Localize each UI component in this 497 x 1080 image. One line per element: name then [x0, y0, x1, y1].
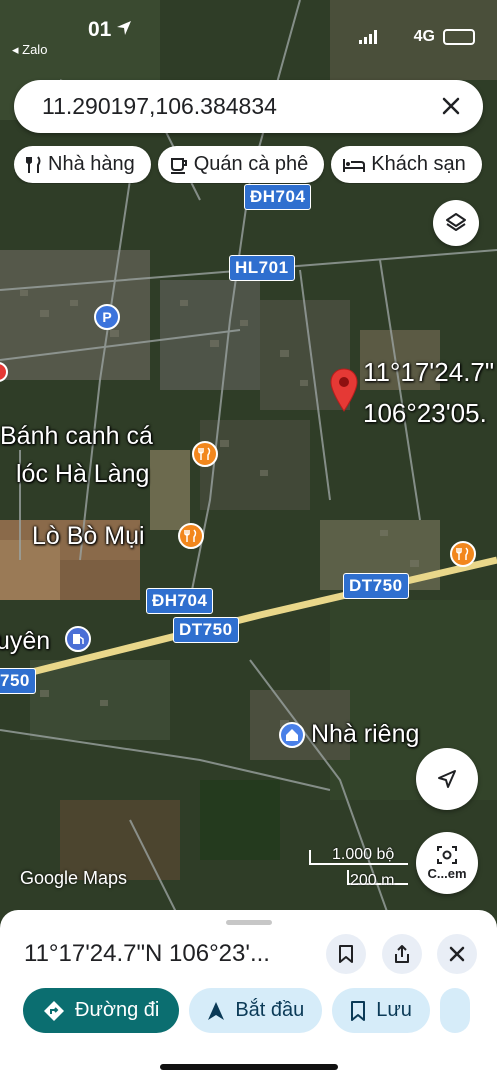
share-button[interactable]: [382, 934, 422, 974]
coffee-icon: [170, 156, 188, 174]
restaurant-poi-icon[interactable]: [450, 541, 476, 567]
back-app-label: Zalo: [22, 42, 48, 57]
action-label: Bắt đầu: [235, 999, 305, 1021]
camera-icon: [437, 846, 457, 864]
pin-coord-line1: 11°17'24.7": [363, 357, 495, 387]
my-location-button[interactable]: [416, 748, 478, 810]
navigation-arrow-icon: [438, 770, 456, 788]
place-label-banh-canh-line2[interactable]: lóc Hà Làng: [16, 459, 149, 489]
network-type: 4G: [413, 28, 435, 45]
status-time: 01: [88, 18, 112, 41]
place-title: 11°17'24.7"N 106°23'...: [24, 940, 270, 967]
directions-icon: [43, 1000, 65, 1022]
google-maps-attribution: Google Maps: [20, 868, 128, 888]
chip-coffee[interactable]: Quán cà phê: [157, 146, 325, 183]
start-button[interactable]: Bắt đầu: [189, 988, 323, 1033]
home-indicator: [160, 1064, 338, 1070]
category-chips: Nhà hàng Quán cà phê Khách sạn: [14, 146, 497, 184]
save-icon-button[interactable]: [326, 934, 366, 974]
chip-restaurants[interactable]: Nhà hàng: [14, 146, 151, 183]
pin-coord-line2: 106°23'05.: [363, 398, 487, 428]
road-label-dt750-right: DT750: [343, 573, 409, 599]
directions-button[interactable]: Đường đi: [23, 988, 180, 1033]
chip-hotels[interactable]: Khách sạn: [331, 146, 482, 183]
chip-label: Nhà hàng: [48, 153, 135, 175]
search-input[interactable]: 11.290197,106.384834: [42, 93, 277, 120]
restaurant-poi-icon[interactable]: [178, 523, 204, 549]
signal-icon: [359, 30, 377, 44]
back-to-app[interactable]: ◂ Zalo: [12, 42, 47, 58]
bookmark-icon: [339, 945, 353, 963]
bookmark-icon: [350, 1000, 366, 1021]
road-label-750: 750: [0, 668, 36, 694]
camera-label: C...em: [427, 866, 467, 881]
close-sheet-button[interactable]: [437, 934, 477, 974]
chip-label: Quán cà phê: [193, 153, 309, 175]
restaurant-poi-icon[interactable]: [192, 441, 218, 467]
layers-button[interactable]: [433, 200, 479, 246]
chip-label: Khách sạn: [371, 153, 466, 175]
navigation-arrow-icon: [207, 1001, 225, 1021]
scale-lower: 200 m: [350, 872, 395, 889]
share-icon: [395, 945, 409, 963]
road-label-dh704-top: ĐH704: [244, 184, 312, 210]
place-label-partial[interactable]: uyên: [0, 626, 50, 656]
search-bar[interactable]: 11.290197,106.384834: [14, 80, 483, 133]
hotel-icon: [343, 157, 366, 173]
place-label-banh-canh-line1[interactable]: Bánh canh cá: [0, 421, 153, 451]
road-label-hl701: HL701: [229, 255, 295, 281]
location-arrow-icon: [117, 21, 131, 35]
map-view[interactable]: ĐH704 HL701 DT750 ĐH704 DT750 750 P Bánh…: [0, 0, 497, 920]
close-icon: [449, 946, 465, 962]
place-label-nha-rieng[interactable]: Nhà riêng: [311, 719, 419, 749]
more-actions-button[interactable]: [439, 988, 470, 1033]
home-poi-icon[interactable]: [279, 722, 305, 748]
parking-poi-icon[interactable]: P: [94, 304, 120, 330]
status-bar: 01 ◂ Zalo 4G: [0, 12, 497, 57]
close-icon[interactable]: [437, 92, 465, 120]
battery-icon: [443, 29, 475, 45]
road-label-dt750-left: DT750: [173, 617, 239, 643]
location-pin-icon[interactable]: [330, 368, 358, 412]
gas-station-poi-icon[interactable]: [65, 626, 91, 652]
restaurant-icon: [26, 155, 42, 174]
action-label: Lưu: [376, 999, 412, 1021]
camera-button[interactable]: C...em: [416, 832, 478, 894]
place-label-lo-bo[interactable]: Lò Bò Mụi: [32, 521, 145, 551]
sheet-drag-handle[interactable]: [226, 920, 272, 925]
road-label-dh704-bottom: ĐH704: [146, 588, 214, 614]
save-button[interactable]: Lưu: [332, 988, 430, 1033]
scale-upper: 1.000 bộ: [332, 846, 395, 863]
layers-icon: [446, 213, 466, 231]
action-buttons: Đường đi Bắt đầu Lưu: [23, 988, 497, 1034]
place-sheet[interactable]: 11°17'24.7"N 106°23'... Đường đi Bắt đầu…: [0, 910, 497, 1080]
action-label: Đường đi: [75, 999, 160, 1021]
